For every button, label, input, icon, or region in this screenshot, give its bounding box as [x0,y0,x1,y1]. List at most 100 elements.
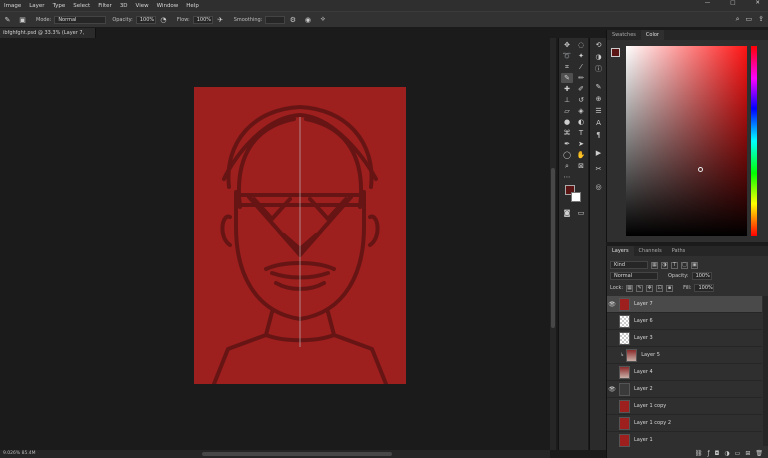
quick-mask-icon[interactable]: ◙ [561,208,573,218]
history-panel-icon[interactable]: ⟲ [593,40,604,50]
layer-row[interactable]: Layer 1 copy [607,398,762,415]
paragraph-panel-icon[interactable]: ¶ [593,130,604,140]
horizontal-scrollbar[interactable] [60,450,550,458]
pencil-tool-icon[interactable]: ✏ [575,73,587,83]
layers-scrollbar[interactable] [763,296,768,446]
lock-paint-icon[interactable]: ✎ [636,284,644,292]
smudge-tool-icon[interactable]: ⌘ [561,128,573,138]
menu-help[interactable]: Help [182,3,203,9]
tab-channels[interactable]: Channels [634,246,667,256]
menu-window[interactable]: Window [153,3,183,9]
layer-row[interactable]: 👁 Layer 2 [607,381,762,398]
lock-move-icon[interactable]: ✥ [646,284,654,292]
properties-panel-icon[interactable]: ☰ [593,106,604,116]
visibility-eye-icon[interactable]: 👁 [607,386,617,393]
smoothing-field[interactable] [265,15,286,24]
mixer-brush-icon[interactable]: ✐ [575,84,587,94]
brush-tool-icon[interactable]: ✎ [561,73,573,83]
menu-image[interactable]: Image [0,3,25,9]
new-group-icon[interactable]: ▭ [735,450,741,457]
add-mask-icon[interactable]: ◘ [715,450,720,457]
history-brush-icon[interactable]: ↺ [575,95,587,105]
tab-layers[interactable]: Layers [607,246,634,256]
artboard[interactable] [194,87,406,384]
menu-select[interactable]: Select [69,3,94,9]
vertical-scroll-thumb[interactable] [551,168,555,328]
layer-opacity-field[interactable]: 100% [691,272,712,280]
stamp-tool-icon[interactable]: ⊥ [561,95,573,105]
minimize-button[interactable]: — [701,0,715,6]
lock-pixels-icon[interactable]: ▦ [626,284,634,292]
marquee-tool-icon[interactable]: ◌ [575,40,587,50]
filter-shape-icon[interactable]: ▢ [681,261,688,269]
ellipse-tool-icon[interactable]: ◯ [561,150,573,160]
layer-row[interactable]: 👁 Layer 7 [607,296,762,313]
character-panel-icon[interactable]: A [593,118,604,128]
tool-presets-icon[interactable]: ✂ [593,164,604,174]
tab-color[interactable]: Color [640,30,664,40]
vertical-scrollbar[interactable] [550,38,556,450]
blend-mode-select[interactable]: Normal [610,272,658,280]
eraser-tool-icon[interactable]: ▱ [561,106,573,116]
color-picker-ring[interactable] [698,166,704,172]
adjustment-layer-icon[interactable]: ◑ [724,450,729,457]
filter-type-icon[interactable]: T [671,261,678,269]
adjustments-panel-icon[interactable]: ◑ [593,52,604,62]
opacity-field[interactable]: 100% [135,15,156,24]
move-tool-icon[interactable]: ✥ [561,40,573,50]
airbrush-icon[interactable]: ✈ [216,15,225,24]
pressure-size-icon[interactable]: ◉ [303,15,312,24]
panel-foreground-swatch[interactable] [611,48,620,57]
share-icon[interactable]: ⇪ [758,15,764,24]
info-panel-icon[interactable]: ⓘ [593,64,604,74]
layer-row[interactable]: Layer 3 [607,330,762,347]
brush-settings-icon[interactable]: ▣ [18,15,27,24]
background-color-swatch[interactable] [571,192,581,202]
canvas-workspace[interactable] [0,38,550,450]
filter-smart-icon[interactable]: ▣ [691,261,698,269]
pressure-opacity-icon[interactable]: ◔ [159,15,168,24]
screen-mode-icon[interactable]: ▭ [575,208,587,218]
brush-preset-icon[interactable]: ✎ [3,15,12,24]
close-window-button[interactable]: ✕ [751,0,764,6]
brush-panel-icon[interactable]: ✎ [593,82,604,92]
visibility-eye-icon[interactable]: 👁 [607,301,617,308]
gear-icon[interactable]: ⚙ [288,15,297,24]
pen-tool-icon[interactable]: ✒ [561,139,573,149]
dodge-tool-icon[interactable]: ◐ [575,117,587,127]
type-tool-icon[interactable]: T [575,128,587,138]
layer-row[interactable]: Layer 1 copy 2 [607,415,762,432]
new-layer-icon[interactable]: ⊞ [745,450,750,457]
layer-row[interactable]: Layer 1 [607,432,762,449]
eyedropper-icon[interactable]: ⁄ [575,62,587,72]
tab-swatches[interactable]: Swatches [607,30,641,40]
mode-select[interactable]: Normal [54,15,107,24]
layer-row[interactable]: Layer 4 [607,364,762,381]
link-layers-icon[interactable]: ⛓ [695,450,703,457]
workspace-icon[interactable]: ▭ [746,15,753,24]
crop-tool-icon[interactable]: ⌗ [561,62,573,72]
filter-pixel-icon[interactable]: ▦ [651,261,658,269]
libraries-panel-icon[interactable]: ◎ [593,182,604,192]
layer-row[interactable]: Layer 6 [607,313,762,330]
flow-field[interactable]: 100% [192,15,213,24]
document-tab[interactable]: ibfghfght.psd @ 33.3% (Layer 7, RGB/8) * [0,28,96,46]
fx-icon[interactable]: ƒ [708,450,710,457]
trash-icon[interactable]: 🗑 [755,450,763,457]
search-icon[interactable]: ⌕ [736,15,740,24]
magic-wand-icon[interactable]: ✦ [575,51,587,61]
actions-panel-icon[interactable]: ▶ [593,148,604,158]
color-picker-field[interactable] [626,46,747,236]
path-select-icon[interactable]: ➤ [575,139,587,149]
layer-row[interactable]: ↳ Layer 5 [607,347,762,364]
zoom-tool-icon[interactable]: ⌕ [561,161,573,171]
hue-slider[interactable] [751,46,757,236]
lock-all-icon[interactable]: ▪ [666,284,674,292]
frame-tool-icon[interactable]: ⊠ [575,161,587,171]
blur-tool-icon[interactable]: ● [561,117,573,127]
filter-adjust-icon[interactable]: ◑ [661,261,668,269]
more-tools-icon[interactable]: ⋯ [561,172,573,182]
symmetry-icon[interactable]: ⟡ [318,15,327,24]
healing-tool-icon[interactable]: ✚ [561,84,573,94]
menu-type[interactable]: Type [49,3,70,9]
